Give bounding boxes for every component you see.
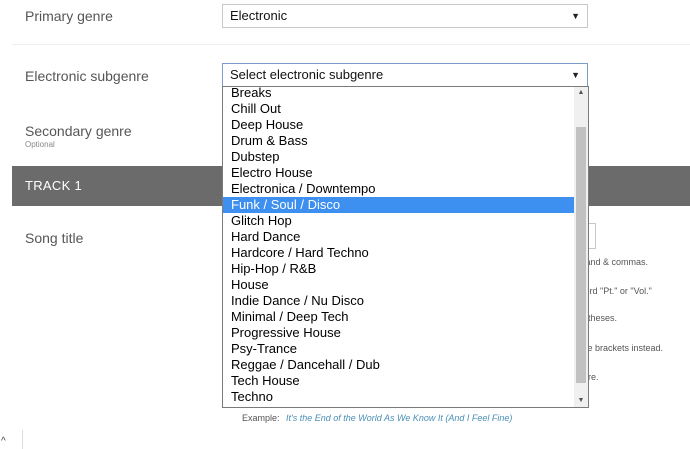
bottom-divider [22, 430, 23, 449]
primary-genre-label: Primary genre [25, 8, 113, 24]
bottom-strip [0, 426, 690, 449]
example-label: Example: [242, 413, 280, 423]
primary-genre-value: Electronic [230, 8, 288, 23]
dropdown-option[interactable]: Minimal / Deep Tech [223, 309, 575, 325]
dropdown-option[interactable]: Hardcore / Hard Techno [223, 245, 575, 261]
page: Primary genre Electronic ▼ Electronic su… [0, 0, 690, 449]
dropdown-option[interactable]: Breaks [223, 87, 575, 101]
track-title: TRACK 1 [25, 178, 83, 193]
dropdown-option[interactable]: Progressive House [223, 325, 575, 341]
dropdown-option[interactable]: Hard Dance [223, 229, 575, 245]
dropdown-option[interactable]: Psy-Trance [223, 341, 575, 357]
electronic-subgenre-select[interactable]: Select electronic subgenre ▼ [222, 63, 588, 87]
dropdown-option[interactable]: Dubstep [223, 149, 575, 165]
song-title-label: Song title [25, 230, 84, 246]
dropdown-option[interactable]: Deep House [223, 117, 575, 133]
dropdown-option[interactable]: Hip-Hop / R&B [223, 261, 575, 277]
subgenre-dropdown-list[interactable]: Breaks Chill Out Deep House Drum & Bass Dubs… [222, 86, 589, 408]
electronic-subgenre-value: Select electronic subgenre [230, 67, 384, 82]
dropdown-option[interactable]: Reggae / Dancehall / Dub [223, 357, 575, 373]
caret-up-icon[interactable]: ^ [1, 436, 6, 447]
electronic-subgenre-label: Electronic subgenre [25, 68, 149, 84]
scroll-down-icon[interactable]: ▼ [574, 395, 588, 407]
song-title-example: Example: It's the End of the World As We… [242, 413, 512, 423]
dropdown-option[interactable]: Techno [223, 389, 575, 405]
secondary-genre-label: Secondary genre [25, 123, 132, 139]
dropdown-option[interactable]: Funk / Soul / Disco [223, 197, 575, 213]
dropdown-arrow-icon: ▼ [571, 11, 580, 21]
dropdown-options: Breaks Chill Out Deep House Drum & Bass Dubs… [223, 87, 575, 405]
dropdown-scrollbar[interactable]: ▲ ▼ [574, 87, 588, 407]
dropdown-option[interactable]: Electronica / Downtempo [223, 181, 575, 197]
example-value: It's the End of the World As We Know It … [286, 413, 513, 423]
dropdown-option[interactable]: Drum & Bass [223, 133, 575, 149]
song-title-hint-4: use brackets instead. [578, 343, 664, 353]
dropdown-option[interactable]: Electro House [223, 165, 575, 181]
dropdown-option[interactable]: Tech House [223, 373, 575, 389]
dropdown-option[interactable]: Indie Dance / Nu Disco [223, 293, 575, 309]
primary-genre-select[interactable]: Electronic ▼ [222, 4, 588, 28]
dropdown-option[interactable]: Chill Out [223, 101, 575, 117]
scroll-thumb[interactable] [576, 127, 586, 383]
row-divider [12, 44, 690, 45]
dropdown-arrow-icon: ▼ [571, 70, 580, 80]
dropdown-option[interactable]: Glitch Hop [223, 213, 575, 229]
scroll-up-icon[interactable]: ▲ [574, 87, 588, 99]
secondary-genre-optional: Optional [25, 140, 55, 149]
dropdown-option[interactable]: House [223, 277, 575, 293]
song-title-hint-2: word "Pt." or "Vol." [578, 286, 652, 296]
